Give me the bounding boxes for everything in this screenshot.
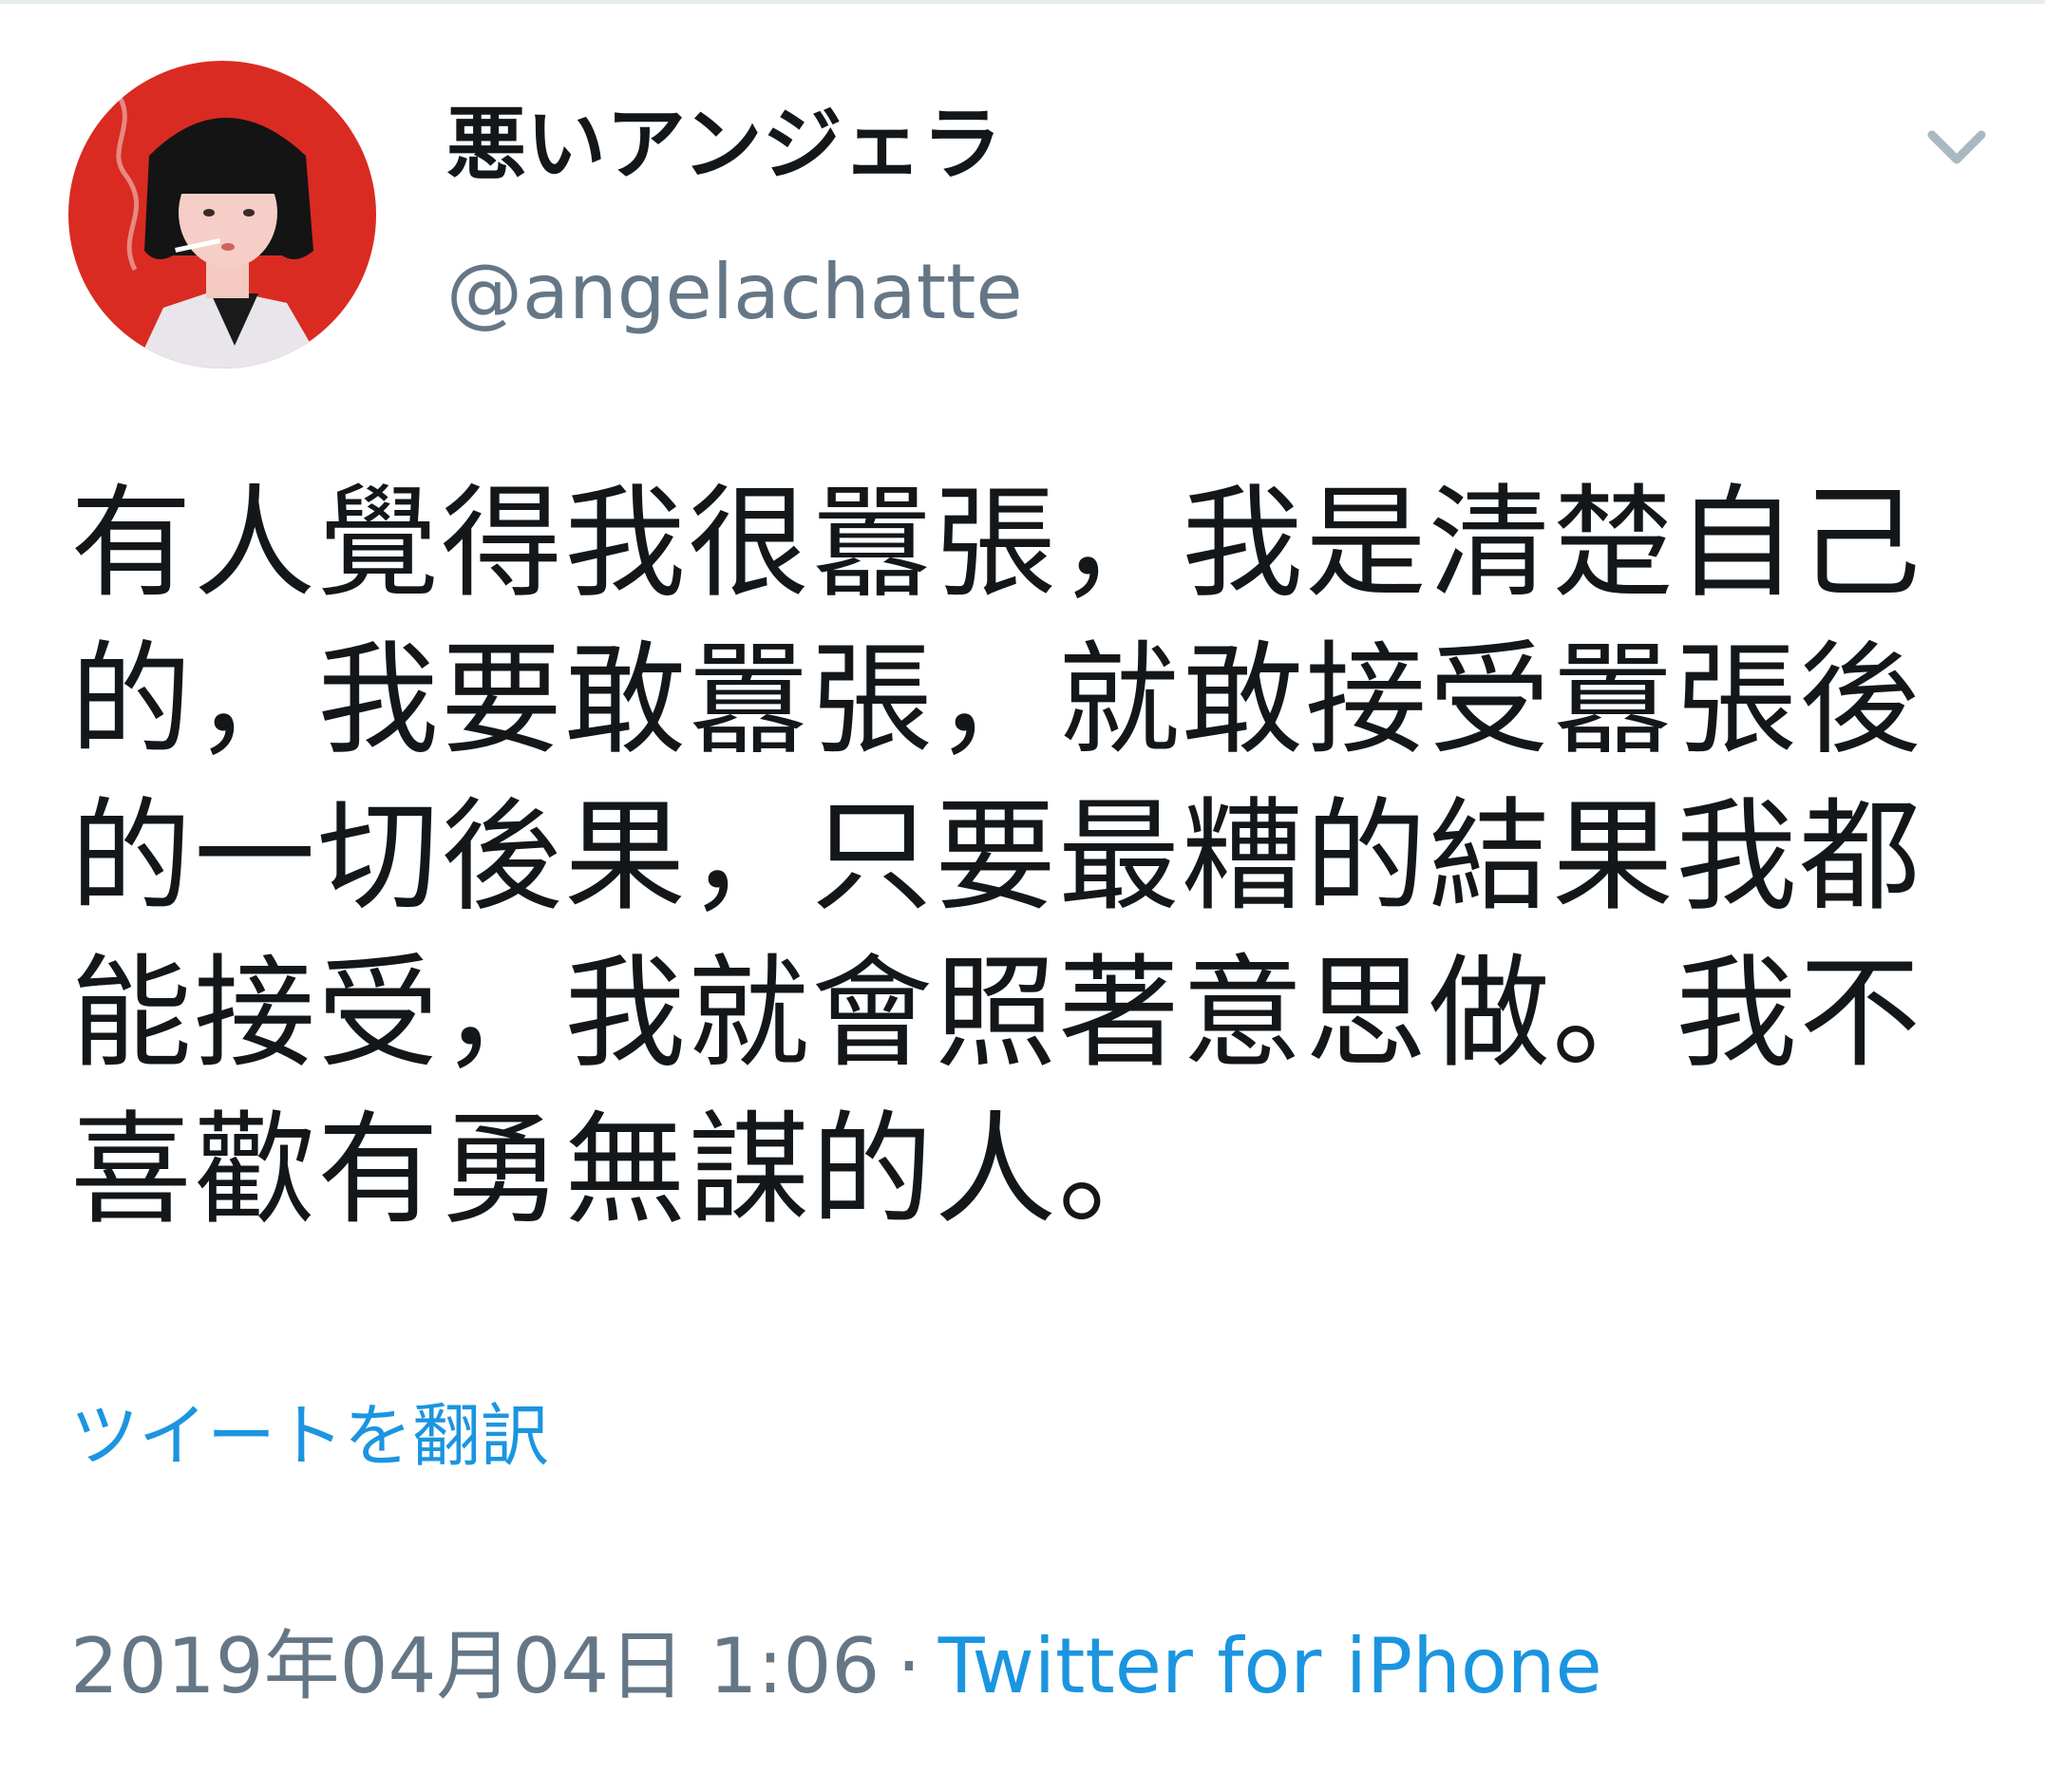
tweet-text: 有人覺得我很囂張，我是清楚自己的，我要敢囂張，就敢接受囂張後的一切後果，只要最糟…	[70, 473, 1923, 1241]
tweet-card: 悪いアンジェラ @angelachatte 有人覺得我很囂張，我是清楚自己的，我…	[0, 0, 2045, 1792]
tweet-source-link[interactable]: Twitter for iPhone	[938, 1622, 1602, 1710]
user-handle[interactable]: @angelachatte	[446, 255, 1023, 330]
profile-photo-icon	[68, 61, 376, 368]
display-name[interactable]: 悪いアンジェラ	[446, 104, 1002, 184]
tweet-meta: 2019年04月04日 1:06 · Twitter for iPhone	[70, 1629, 1602, 1705]
tweet-timestamp[interactable]: 2019年04月04日 1:06	[70, 1622, 880, 1710]
meta-separator: ·	[897, 1622, 921, 1710]
avatar[interactable]	[68, 61, 376, 368]
chevron-down-icon[interactable]	[1919, 114, 1995, 180]
translate-tweet-link[interactable]: ツイートを翻訳	[70, 1402, 549, 1470]
